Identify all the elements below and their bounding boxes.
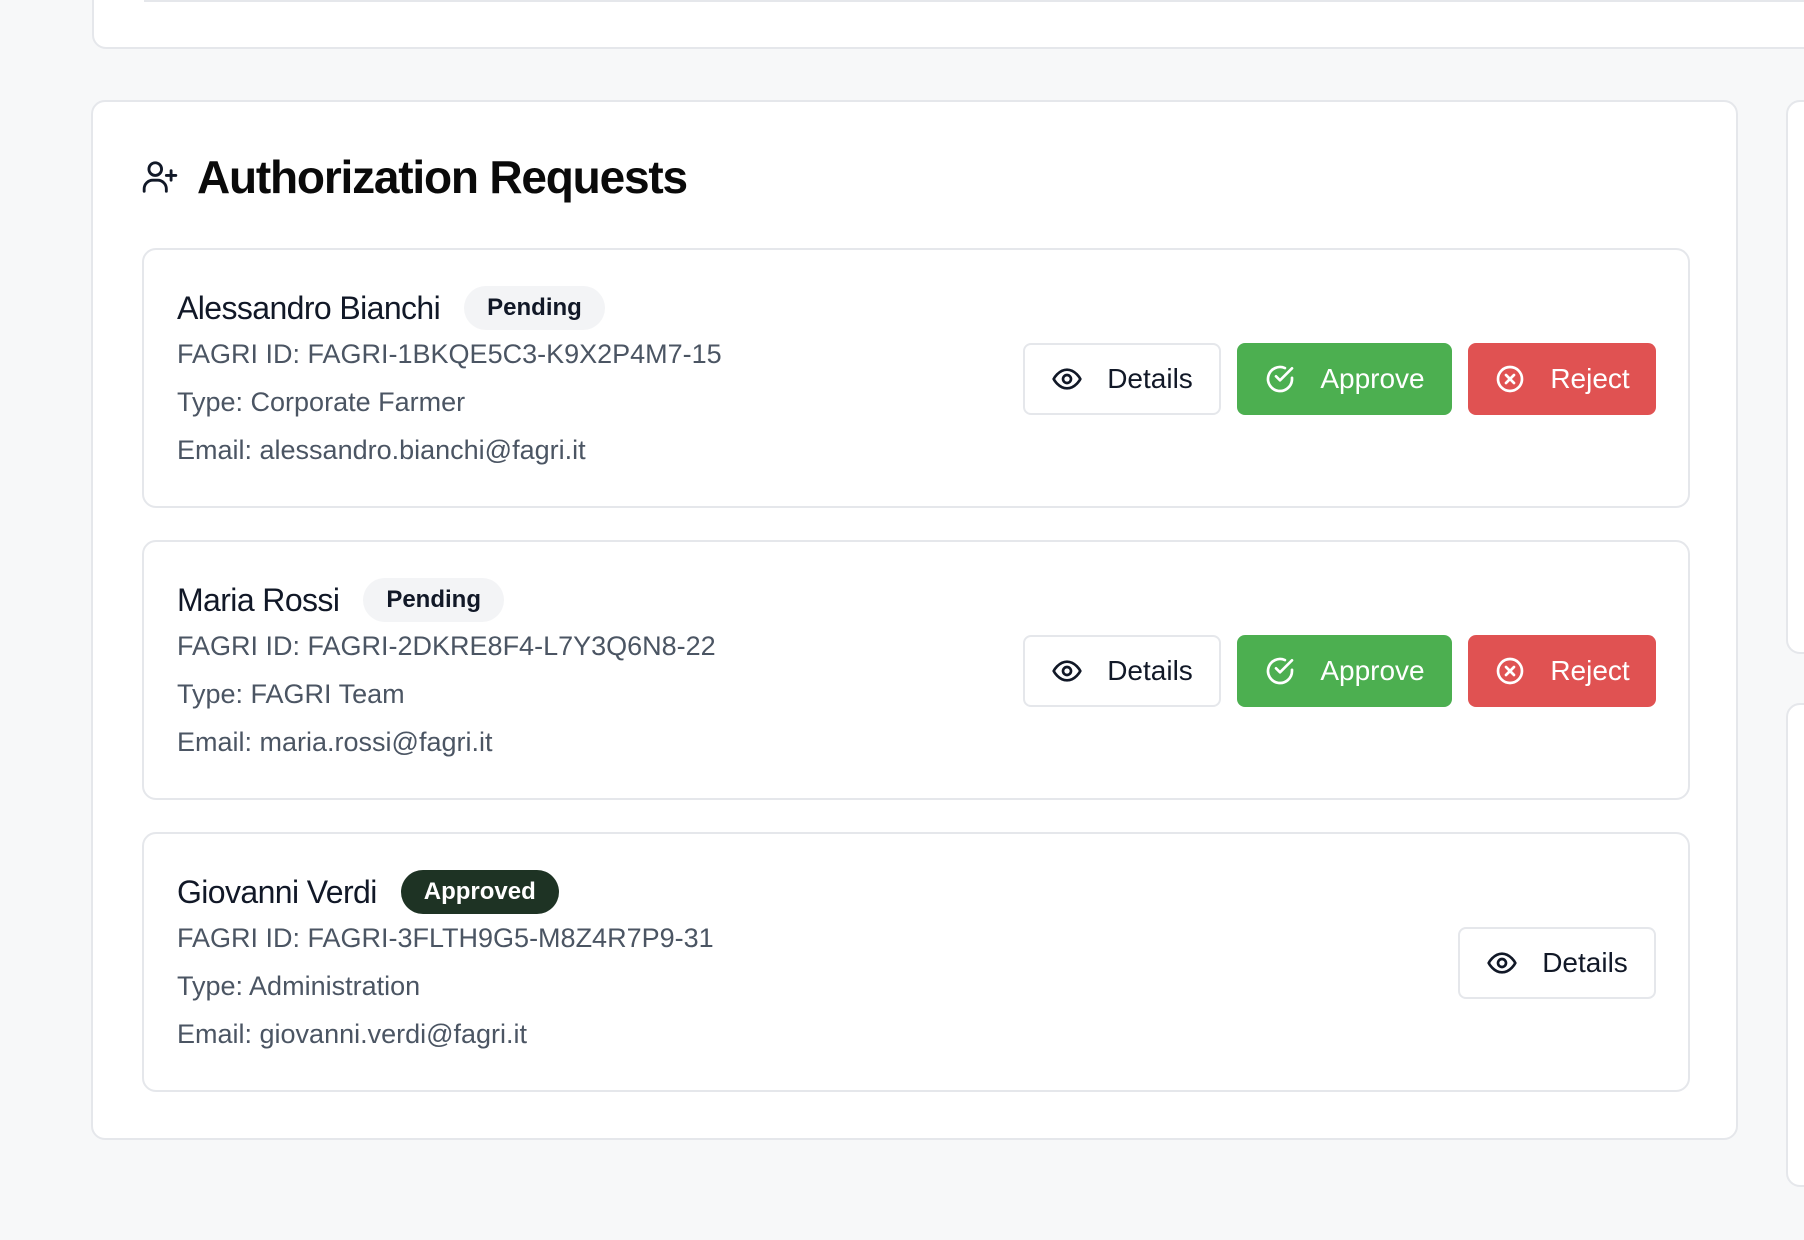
email: Email: giovanni.verdi@fagri.it (177, 1019, 528, 1049)
x-circle-icon (1496, 657, 1524, 685)
status-badge: Approved (400, 870, 559, 914)
x-circle-icon (1496, 365, 1524, 393)
reject-label: Reject (1550, 363, 1630, 394)
details-button[interactable]: Details (1458, 927, 1656, 999)
details-button[interactable]: Details (1023, 343, 1221, 415)
account-type: Type: Corporate Farmer (177, 387, 466, 417)
side-panel-card (1786, 703, 1804, 1187)
request-actions: Details (1458, 927, 1656, 999)
eye-icon (1052, 660, 1082, 682)
approve-label: Approve (1320, 655, 1425, 686)
request-actions: Details Approve Reject (1023, 635, 1656, 707)
details-label: Details (1107, 655, 1193, 686)
requester-name: Giovanni Verdi (177, 873, 377, 910)
request-card: Giovanni Verdi Approved FAGRI ID: FAGRI-… (142, 832, 1690, 1092)
check-circle-icon (1267, 365, 1294, 393)
previous-section-card (92, 0, 1804, 49)
side-panel-card (1786, 100, 1804, 654)
request-info: Maria Rossi Pending FAGRI ID: FAGRI-2DKR… (177, 578, 716, 766)
status-badge: Pending (363, 578, 504, 622)
requester-name: Alessandro Bianchi (177, 289, 441, 326)
request-card: Alessandro Bianchi Pending FAGRI ID: FAG… (142, 248, 1690, 508)
reject-button[interactable]: Reject (1468, 635, 1656, 707)
status-badge: Pending (464, 286, 605, 330)
card-header: Authorization Requests (141, 150, 688, 204)
check-circle-icon (1267, 657, 1294, 685)
email: Email: maria.rossi@fagri.it (177, 727, 493, 757)
approve-button[interactable]: Approve (1237, 343, 1452, 415)
fagri-id: FAGRI ID: FAGRI-3FLTH9G5-M8Z4R7P9-31 (177, 923, 714, 953)
fagri-id: FAGRI ID: FAGRI-2DKRE8F4-L7Y3Q6N8-22 (177, 631, 716, 661)
approve-button[interactable]: Approve (1237, 635, 1452, 707)
request-info: Giovanni Verdi Approved FAGRI ID: FAGRI-… (177, 870, 714, 1058)
reject-label: Reject (1550, 655, 1630, 686)
request-actions: Details Approve Reject (1023, 343, 1656, 415)
approve-label: Approve (1320, 363, 1425, 394)
account-type: Type: FAGRI Team (177, 679, 405, 709)
email: Email: alessandro.bianchi@fagri.it (177, 435, 586, 465)
requester-name: Maria Rossi (177, 581, 340, 618)
account-type: Type: Administration (177, 971, 421, 1001)
authorization-requests-card: Authorization Requests Alessandro Bianch… (91, 100, 1738, 1140)
divider (144, 0, 1804, 2)
eye-icon (1487, 952, 1517, 974)
eye-icon (1052, 368, 1082, 390)
request-info: Alessandro Bianchi Pending FAGRI ID: FAG… (177, 286, 722, 474)
reject-button[interactable]: Reject (1468, 343, 1656, 415)
details-label: Details (1542, 947, 1628, 978)
fagri-id: FAGRI ID: FAGRI-1BKQE5C3-K9X2P4M7-15 (177, 339, 722, 369)
section-title: Authorization Requests (197, 151, 688, 203)
request-card: Maria Rossi Pending FAGRI ID: FAGRI-2DKR… (142, 540, 1690, 800)
details-button[interactable]: Details (1023, 635, 1221, 707)
user-plus-icon (142, 161, 178, 193)
details-label: Details (1107, 363, 1193, 394)
